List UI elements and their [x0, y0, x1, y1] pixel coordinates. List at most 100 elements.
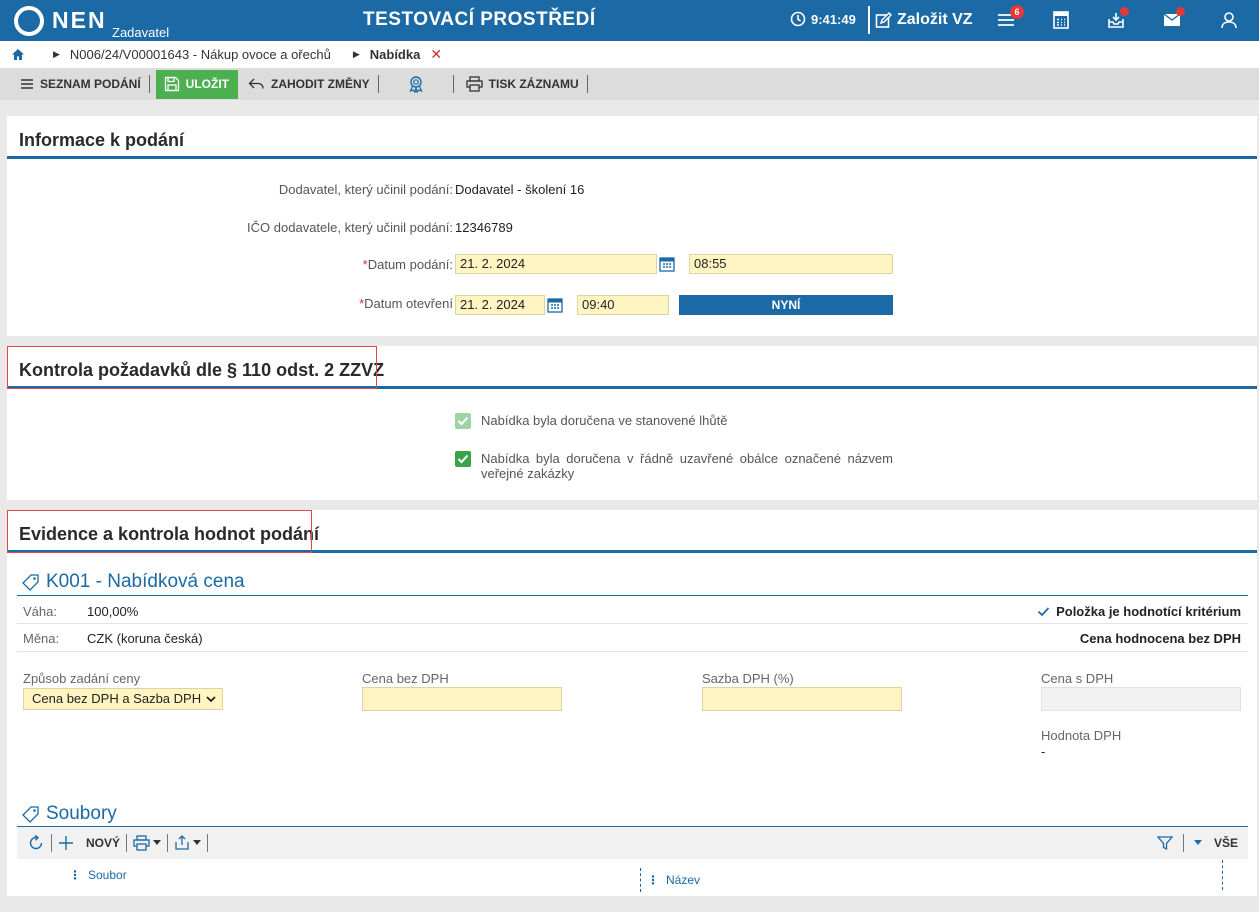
deadline-checkbox-label: Nabídka byla doručena ve stanovené lhůtě [481, 413, 728, 428]
price-no-vat-input[interactable] [362, 687, 562, 711]
price-mode-label: Způsob zadání ceny [23, 671, 141, 686]
chevron-down-icon [206, 695, 216, 702]
evidence-header: Evidence a kontrola hodnot podání [7, 510, 1257, 553]
clock-icon [790, 11, 806, 27]
evidence-panel: Evidence a kontrola hodnot podání K001 -… [7, 510, 1257, 896]
submission-date-label: *Datum podání: [363, 257, 453, 272]
opening-date-label-text: Datum otevření [364, 296, 453, 311]
check-icon [457, 416, 469, 426]
plus-icon[interactable] [58, 835, 74, 851]
currency-label: Měna: [23, 631, 60, 646]
vat-rate-input[interactable] [702, 687, 902, 711]
refresh-icon[interactable] [27, 834, 45, 852]
requirements-check-panel: Kontrola požadavků dle § 110 odst. 2 ZZV… [7, 346, 1257, 500]
new-file-button[interactable]: NOVÝ [86, 836, 120, 850]
logo-icon [14, 5, 44, 36]
row-divider [17, 623, 1248, 624]
submission-info-title: Informace k podání [19, 130, 185, 150]
criterion-flag-text: Položka je hodnotící kritérium [1056, 604, 1241, 619]
deadline-checkbox[interactable] [455, 413, 471, 429]
now-button[interactable]: NYNÍ [679, 295, 893, 315]
currency-value: CZK (koruna česká) [87, 631, 203, 646]
toolbar-divider [51, 834, 52, 852]
submission-date-input[interactable]: 21. 2. 2024 [455, 254, 657, 274]
criterion-title-text: K001 - Nabídková cena [46, 571, 245, 592]
toolbar-divider [148, 75, 150, 93]
discard-changes-label: ZAHODIT ZMĚNY [271, 77, 370, 91]
user-icon [1221, 12, 1237, 29]
caret-down-icon[interactable] [153, 840, 162, 846]
supplier-value: Dodavatel - školení 16 [455, 182, 585, 197]
menu-button[interactable]: 6 [996, 5, 1024, 32]
mail-dot [1176, 7, 1185, 16]
close-icon[interactable]: ✕ [430, 46, 442, 63]
floppy-icon [164, 76, 179, 92]
calculator-button[interactable] [1051, 10, 1073, 32]
save-label: ULOŽIT [185, 77, 229, 91]
price-mode-select[interactable]: Cena bez DPH a Sazba DPH [23, 688, 223, 710]
certificate-button[interactable] [381, 70, 451, 98]
submission-time-input[interactable]: 08:55 [689, 254, 893, 274]
check-icon [1037, 607, 1050, 617]
create-vz-button[interactable]: Založit VZ [868, 6, 973, 34]
ico-value: 12346789 [455, 220, 513, 235]
toolbar-divider [167, 834, 169, 852]
envelope-checkbox[interactable] [455, 451, 471, 467]
column-name[interactable]: ⋮ Název [640, 868, 700, 892]
column-name-label: Název [666, 873, 701, 887]
opening-date-label: *Datum otevření [359, 296, 453, 311]
logo-text: NEN [52, 7, 107, 33]
price-with-vat-input [1041, 687, 1241, 711]
award-icon [409, 76, 423, 93]
clock-value: 9:41:49 [811, 11, 856, 27]
caret-down-icon[interactable] [1193, 840, 1202, 846]
inbox-dot [1120, 7, 1129, 16]
show-all-button[interactable]: VŠE [1214, 836, 1238, 850]
price-with-vat-label: Cena s DPH [1041, 671, 1114, 686]
discard-changes-button[interactable]: ZAHODIT ZMĚNY [242, 70, 376, 98]
toolbar-divider [377, 75, 379, 93]
check-icon [457, 454, 469, 464]
home-icon[interactable] [11, 48, 25, 61]
criterion-title: K001 - Nabídková cena [22, 571, 245, 593]
opening-time-input[interactable]: 09:40 [577, 295, 669, 315]
inbox-button[interactable] [1106, 7, 1129, 32]
submission-list-button[interactable]: SEZNAM PODÁNÍ [14, 70, 147, 98]
printer-icon [466, 76, 483, 92]
tag-icon [22, 806, 39, 823]
column-file[interactable]: ⋮ Soubor [69, 868, 127, 882]
highlight-frame [7, 510, 312, 553]
list-icon [21, 79, 33, 89]
filter-icon[interactable] [1156, 835, 1173, 851]
toolbar-divider [452, 75, 454, 93]
calendar-icon[interactable] [545, 295, 565, 315]
weight-label: Váha: [23, 604, 57, 619]
menu-badge: 6 [1010, 5, 1024, 19]
calendar-icon[interactable] [657, 254, 677, 274]
weight-value: 100,00% [87, 604, 139, 619]
criterion-flag: Položka je hodnotící kritérium [1037, 604, 1241, 619]
column-menu-icon: ⋮ [69, 868, 81, 882]
user-button[interactable] [1219, 10, 1241, 32]
files-toolbar: NOVÝ VŠE [17, 827, 1248, 859]
breadcrumb-tender-link[interactable]: N006/24/V00001643 - Nákup ovoce a ořechů [70, 47, 331, 62]
row-divider [17, 651, 1248, 652]
price-mode-value: Cena bez DPH a Sazba DPH [32, 691, 202, 706]
top-bar: NEN Zadavatel TESTOVACÍ PROSTŘEDÍ 9:41:4… [0, 0, 1259, 41]
toolbar-divider [1182, 834, 1184, 852]
caret-down-icon[interactable] [193, 840, 202, 846]
create-vz-label: Založit VZ [897, 11, 973, 28]
save-button[interactable]: ULOŽIT [155, 69, 238, 99]
nen-logo[interactable]: NEN [14, 5, 107, 36]
files-title-text: Soubory [46, 803, 117, 824]
environment-title: TESTOVACÍ PROSTŘEDÍ [363, 9, 596, 30]
export-icon[interactable] [174, 835, 190, 851]
opening-date-input[interactable]: 21. 2. 2024 [455, 295, 545, 315]
requirements-check-header: Kontrola požadavků dle § 110 odst. 2 ZZV… [7, 346, 1257, 389]
submission-date-label-text: Datum podání: [367, 257, 453, 272]
messages-button[interactable] [1162, 7, 1185, 32]
print-record-button[interactable]: TISK ZÁZNAMU [460, 70, 585, 98]
action-toolbar: SEZNAM PODÁNÍ ULOŽIT ZAHODIT ZMĚNY TISK … [0, 68, 1259, 100]
printer-icon[interactable] [133, 835, 150, 851]
vat-value-label: Hodnota DPH [1041, 728, 1122, 743]
